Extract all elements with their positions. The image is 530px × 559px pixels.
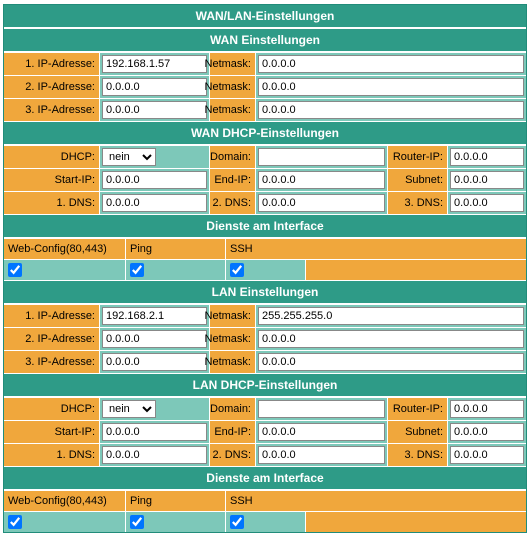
lan-ip1-row: 1. IP-Adresse: Netmask: [4, 304, 526, 327]
wan-ip3-input[interactable] [102, 101, 207, 119]
lan-dns2-input[interactable] [258, 446, 385, 464]
lan-svc-ping-checkbox[interactable] [130, 515, 144, 529]
wan-startip-label: Start-IP: [4, 169, 100, 191]
wan-svc-web-label: Web-Config(80,443) [4, 239, 126, 259]
lan-dns3-label: 3. DNS: [388, 444, 448, 466]
wan-dns3-label: 3. DNS: [388, 192, 448, 214]
lan-ip1-label: 1. IP-Adresse: [4, 305, 100, 327]
lan-svc-ssh-checkbox[interactable] [230, 515, 244, 529]
lan-svc-val-row [4, 511, 526, 532]
lan-nm2-label: Netmask: [210, 328, 256, 350]
lan-dhcp-header: LAN DHCP-Einstellungen [4, 373, 526, 397]
wan-svc-head-row: Web-Config(80,443) Ping SSH [4, 238, 526, 259]
lan-startip-input[interactable] [102, 423, 207, 441]
settings-panel: WAN/LAN-Einstellungen WAN Einstellungen … [3, 4, 527, 533]
wan-nm1-label: Netmask: [210, 53, 256, 75]
wan-ip2-label: 2. IP-Adresse: [4, 76, 100, 98]
wan-ip3-label: 3. IP-Adresse: [4, 99, 100, 121]
lan-startip-label: Start-IP: [4, 421, 100, 443]
wan-dhcp-row3: 1. DNS: 2. DNS: 3. DNS: [4, 191, 526, 214]
wan-nm3-label: Netmask: [210, 99, 256, 121]
lan-dhcp-row2: Start-IP: End-IP: Subnet: [4, 420, 526, 443]
main-header: WAN/LAN-Einstellungen [4, 5, 526, 28]
wan-svc-web-checkbox[interactable] [8, 263, 22, 277]
lan-svc-web-label: Web-Config(80,443) [4, 491, 126, 511]
lan-domain-label: Domain: [210, 398, 256, 420]
lan-nm1-input[interactable] [258, 307, 524, 325]
lan-dns1-label: 1. DNS: [4, 444, 100, 466]
wan-header: WAN Einstellungen [4, 28, 526, 52]
wan-nm2-input[interactable] [258, 78, 524, 96]
wan-endip-label: End-IP: [210, 169, 256, 191]
wan-ip3-row: 3. IP-Adresse: Netmask: [4, 98, 526, 121]
wan-ip1-label: 1. IP-Adresse: [4, 53, 100, 75]
lan-nm3-label: Netmask: [210, 351, 256, 373]
wan-startip-input[interactable] [102, 171, 207, 189]
lan-header: LAN Einstellungen [4, 280, 526, 304]
wan-svc-ssh-checkbox[interactable] [230, 263, 244, 277]
wan-ip1-input[interactable] [102, 55, 207, 73]
lan-dhcp-select[interactable]: nein [102, 400, 156, 418]
lan-ip2-label: 2. IP-Adresse: [4, 328, 100, 350]
wan-dhcp-row1: DHCP: nein Domain: Router-IP: [4, 145, 526, 168]
wan-svc-ping-label: Ping [126, 239, 226, 259]
lan-svc-header: Dienste am Interface [4, 466, 526, 490]
wan-routerip-input[interactable] [450, 148, 524, 166]
lan-routerip-input[interactable] [450, 400, 524, 418]
lan-nm1-label: Netmask: [210, 305, 256, 327]
lan-dhcp-row3: 1. DNS: 2. DNS: 3. DNS: [4, 443, 526, 466]
lan-svc-head-row: Web-Config(80,443) Ping SSH [4, 490, 526, 511]
lan-ip3-label: 3. IP-Adresse: [4, 351, 100, 373]
lan-nm2-input[interactable] [258, 330, 524, 348]
lan-svc-ping-label: Ping [126, 491, 226, 511]
lan-svc-spacer [306, 512, 526, 532]
lan-dhcp-row1: DHCP: nein Domain: Router-IP: [4, 397, 526, 420]
lan-ip3-row: 3. IP-Adresse: Netmask: [4, 350, 526, 373]
lan-ip2-input[interactable] [102, 330, 207, 348]
wan-nm3-input[interactable] [258, 101, 524, 119]
wan-dns2-input[interactable] [258, 194, 385, 212]
lan-subnet-label: Subnet: [388, 421, 448, 443]
lan-endip-input[interactable] [258, 423, 385, 441]
lan-dns2-label: 2. DNS: [210, 444, 256, 466]
wan-endip-input[interactable] [258, 171, 385, 189]
lan-svc-ssh-label: SSH [226, 491, 526, 511]
wan-routerip-label: Router-IP: [388, 146, 448, 168]
wan-nm2-label: Netmask: [210, 76, 256, 98]
wan-dhcp-select[interactable]: nein [102, 148, 156, 166]
lan-ip2-row: 2. IP-Adresse: Netmask: [4, 327, 526, 350]
lan-domain-input[interactable] [258, 400, 385, 418]
wan-svc-ssh-label: SSH [226, 239, 526, 259]
wan-dhcp-header: WAN DHCP-Einstellungen [4, 121, 526, 145]
lan-dns3-input[interactable] [450, 446, 524, 464]
wan-ip1-row: 1. IP-Adresse: Netmask: [4, 52, 526, 75]
wan-domain-label: Domain: [210, 146, 256, 168]
lan-ip3-input[interactable] [102, 353, 207, 371]
wan-dhcp-row2: Start-IP: End-IP: Subnet: [4, 168, 526, 191]
wan-svc-val-row [4, 259, 526, 280]
wan-svc-ping-checkbox[interactable] [130, 263, 144, 277]
wan-dns3-input[interactable] [450, 194, 524, 212]
lan-subnet-input[interactable] [450, 423, 524, 441]
lan-endip-label: End-IP: [210, 421, 256, 443]
wan-dns1-input[interactable] [102, 194, 207, 212]
wan-dhcp-label: DHCP: [4, 146, 100, 168]
lan-ip1-input[interactable] [102, 307, 207, 325]
lan-dns1-input[interactable] [102, 446, 207, 464]
lan-svc-web-checkbox[interactable] [8, 515, 22, 529]
wan-subnet-label: Subnet: [388, 169, 448, 191]
wan-ip2-row: 2. IP-Adresse: Netmask: [4, 75, 526, 98]
wan-dns2-label: 2. DNS: [210, 192, 256, 214]
wan-subnet-input[interactable] [450, 171, 524, 189]
wan-dns1-label: 1. DNS: [4, 192, 100, 214]
wan-nm1-input[interactable] [258, 55, 524, 73]
lan-routerip-label: Router-IP: [388, 398, 448, 420]
lan-dhcp-label: DHCP: [4, 398, 100, 420]
wan-ip2-input[interactable] [102, 78, 207, 96]
wan-domain-input[interactable] [258, 148, 385, 166]
wan-svc-header: Dienste am Interface [4, 214, 526, 238]
wan-svc-spacer [306, 260, 526, 280]
lan-nm3-input[interactable] [258, 353, 524, 371]
